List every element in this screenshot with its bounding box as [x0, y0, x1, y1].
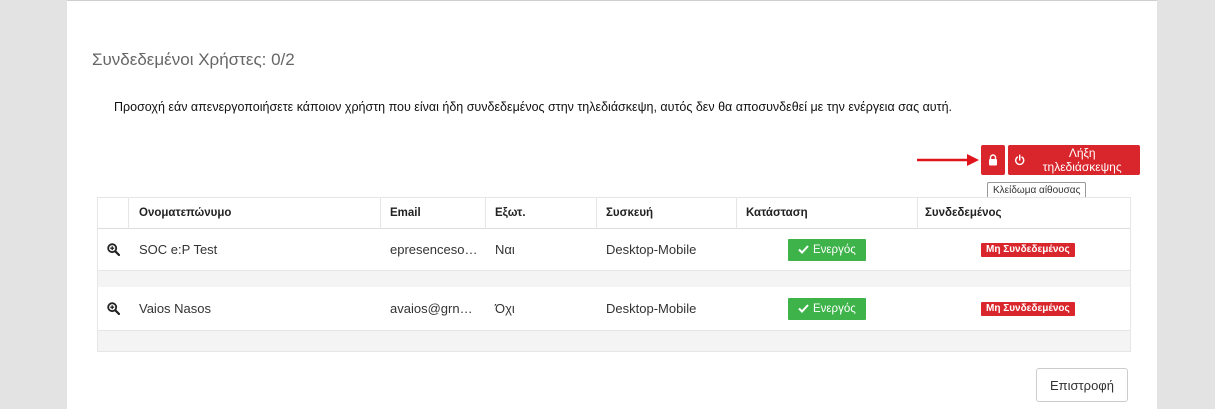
user-email: avaios@grn… [390, 301, 473, 316]
header-external: Εξωτ. [495, 207, 526, 219]
connected-label: Μη Συνδεδεμένος [981, 242, 1075, 257]
status-badge[interactable]: Ενεργός [788, 287, 866, 330]
row-spacer [98, 270, 1130, 288]
page-title: Συνδεδεμένοι Χρήστες: 0/2 [92, 50, 295, 69]
check-icon [798, 304, 809, 313]
status-badge[interactable]: Ενεργός [788, 229, 866, 270]
connected-badge: Μη Συνδεδεμένος [981, 229, 1075, 270]
header-name: Ονοματεπώνυμο [139, 207, 232, 219]
user-name: Vaios Nasos [139, 301, 212, 316]
warning-text: Προσοχή εάν απενεργοποιήσετε κάποιον χρή… [114, 100, 953, 114]
end-conference-button[interactable]: Λήξη τηλεδιάσκεψης [1008, 145, 1140, 175]
view-user-button[interactable] [107, 287, 120, 330]
back-button[interactable]: Επιστροφή [1036, 368, 1128, 402]
user-device: Desktop-Mobile [606, 242, 697, 257]
end-conference-label: Λήξη τηλεδιάσκεψης [1042, 146, 1122, 174]
status-badge-inner: Ενεργός [788, 238, 866, 261]
header-status: Κατάσταση [746, 207, 808, 219]
lock-icon [989, 154, 997, 166]
table-row: Vaios Nasos avaios@grn… Όχι Desktop-Mobi… [98, 287, 1130, 330]
users-table: Ονοματεπώνυμο Email Εξωτ. Συσκευή Κατάστ… [97, 197, 1131, 352]
view-user-button[interactable] [107, 229, 120, 270]
zoom-in-icon [107, 243, 120, 256]
user-name: SOC e:P Test [139, 242, 218, 257]
connected-label: Μη Συνδεδεμένος [981, 301, 1075, 316]
lock-room-button[interactable] [981, 145, 1005, 175]
header-device: Συσκευή [606, 207, 654, 219]
table-row: SOC e:P Test epresenceso… Ναι Desktop-Mo… [98, 229, 1130, 270]
header-connected: Συνδεδεμένος [925, 207, 1002, 219]
row-spacer [98, 330, 1130, 351]
status-label: Ενεργός [813, 302, 856, 315]
status-label: Ενεργός [813, 243, 856, 256]
panel-top-border [67, 0, 1157, 1]
connected-badge: Μη Συνδεδεμένος [981, 287, 1075, 330]
user-external: Όχι [495, 301, 515, 316]
user-external: Ναι [495, 242, 515, 257]
user-email: epresenceso… [390, 242, 478, 257]
status-badge-inner: Ενεργός [788, 297, 866, 320]
user-device: Desktop-Mobile [606, 301, 697, 316]
zoom-in-icon [107, 302, 120, 315]
check-icon [798, 245, 809, 254]
power-icon [1015, 154, 1025, 166]
table-header: Ονοματεπώνυμο Email Εξωτ. Συσκευή Κατάστ… [98, 198, 1130, 229]
header-email: Email [390, 207, 421, 219]
arrow-pointer-icon [917, 154, 979, 166]
